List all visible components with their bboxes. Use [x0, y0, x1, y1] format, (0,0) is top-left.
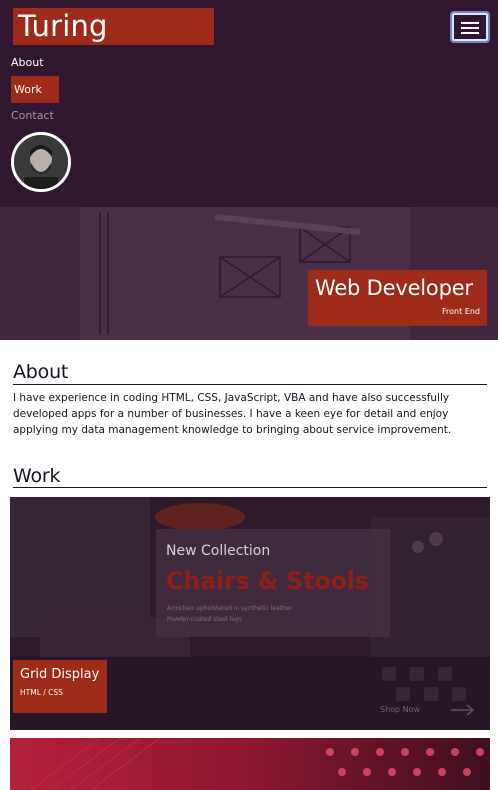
hero-title: Web Developer	[315, 276, 473, 300]
preview-line-2: Powder-coated steel legs	[167, 616, 242, 623]
hero-subtitle: Front End	[442, 307, 480, 316]
about-text: I have experience in coding HTML, CSS, J…	[13, 392, 452, 436]
work-card-2[interactable]	[10, 738, 490, 790]
preview-line-1: Armchair upholstered in synthetic leathe…	[167, 605, 293, 612]
arrow-right-icon	[451, 704, 475, 716]
work-card-grid-display[interactable]: New Collection Chairs & Stools Armchair …	[10, 497, 490, 730]
work-card-title: Grid Display	[20, 667, 100, 682]
work-card-badge: Grid Display HTML / CSS	[13, 660, 107, 713]
about-heading: About	[13, 361, 69, 383]
hamburger-icon	[461, 22, 479, 24]
work-divider	[13, 487, 487, 488]
brand-logo[interactable]: Turing	[13, 8, 214, 45]
work-card-subtitle: HTML / CSS	[20, 688, 63, 697]
nav-link-contact[interactable]: Contact	[11, 109, 54, 122]
preview-big-title: Chairs & Stools	[166, 567, 369, 595]
work-heading: Work	[13, 465, 61, 487]
about-divider	[13, 384, 487, 385]
hero-title-badge: Web Developer Front End	[308, 270, 487, 326]
avatar-photo	[14, 135, 68, 189]
preview-small-title: New Collection	[166, 543, 271, 559]
work-card-image	[10, 738, 490, 790]
preview-cta: Shop Now	[380, 705, 421, 714]
navbar: Turing About Work Contact	[0, 0, 498, 207]
avatar	[11, 132, 71, 192]
nav-link-about[interactable]: About	[11, 56, 44, 69]
hamburger-icon-bar	[461, 32, 479, 34]
hamburger-icon-bar	[461, 27, 479, 29]
menu-toggle-button[interactable]	[450, 11, 490, 43]
nav-link-work[interactable]: Work	[11, 76, 59, 103]
